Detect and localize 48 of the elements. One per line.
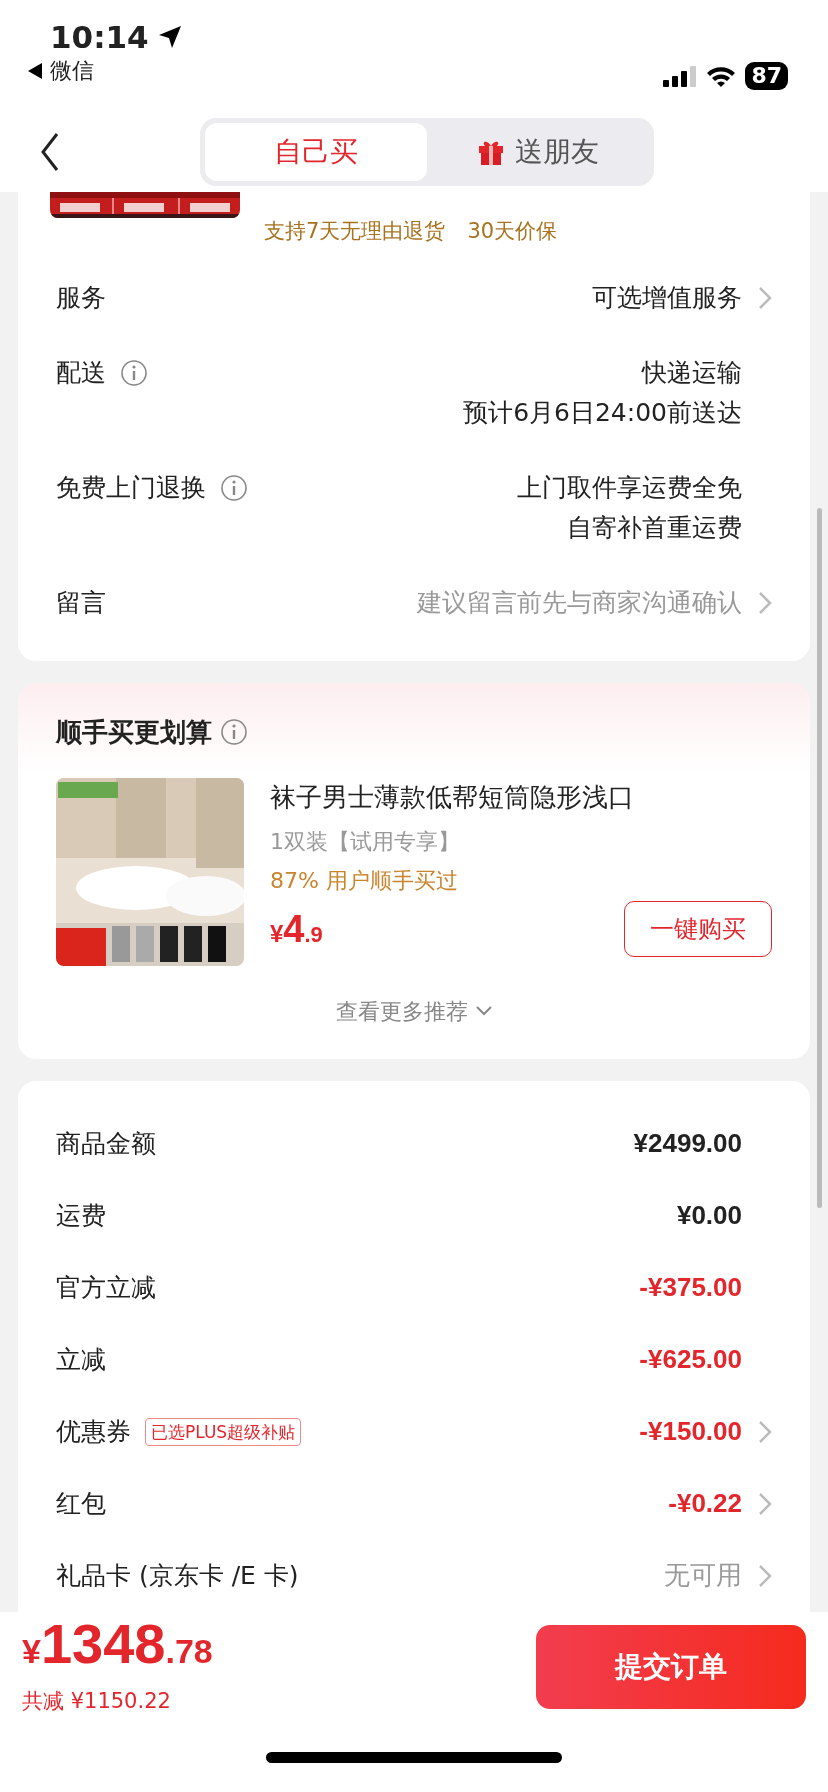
amount-value: -¥0.22 bbox=[668, 1487, 742, 1520]
amount-value: 无可用 bbox=[664, 1559, 742, 1592]
tab[interactable]: 自己买 bbox=[205, 123, 427, 181]
row-label: 红包 bbox=[56, 1487, 106, 1520]
row-value: 自寄补首重运费 bbox=[566, 511, 742, 544]
amount-value: ¥2499.00 bbox=[633, 1127, 742, 1160]
row-value: 快递运输 bbox=[640, 356, 742, 389]
product-price: ¥4.9 bbox=[270, 906, 323, 952]
home-indicator[interactable] bbox=[266, 1751, 562, 1763]
wifi-icon bbox=[705, 64, 738, 88]
row-label: 配送 bbox=[56, 356, 106, 389]
amount-value: ¥0.00 bbox=[676, 1199, 742, 1232]
back-to-app-link[interactable]: 微信 bbox=[50, 56, 94, 86]
row-value: 上门取件享运费全免 bbox=[517, 471, 742, 504]
guarantee-text: 支持7天无理由退货 bbox=[264, 218, 446, 245]
product-name[interactable]: 袜子男士薄款低帮短筒隐形浅口 bbox=[270, 777, 772, 817]
chevron-down-icon bbox=[476, 1006, 492, 1016]
row-label: 留言 bbox=[56, 586, 106, 619]
battery-level: 87 bbox=[745, 62, 788, 90]
amount-value: -¥375.00 bbox=[639, 1271, 742, 1304]
back-triangle-icon bbox=[28, 63, 42, 79]
row-value[interactable]: 可选增值服务 bbox=[592, 277, 742, 318]
tab[interactable]: 送朋友 bbox=[427, 123, 649, 181]
row-label: 优惠券 bbox=[56, 1415, 131, 1448]
purchase-stat: 87% 用户顺手买过 bbox=[270, 866, 459, 895]
row-label: 官方立减 bbox=[56, 1271, 156, 1304]
row-value[interactable]: 建议留言前先与商家沟通确认 bbox=[417, 582, 742, 623]
clock-time: 10:14 bbox=[50, 18, 149, 56]
row-label: 礼品卡 (京东卡 /E 卡) bbox=[56, 1559, 299, 1592]
row-label: 运费 bbox=[56, 1199, 106, 1232]
row-label: 立减 bbox=[56, 1343, 106, 1376]
show-more-button[interactable]: 查看更多推荐 bbox=[335, 993, 493, 1029]
row-label: 免费上门退换 bbox=[56, 471, 206, 504]
submit-order-button[interactable]: 提交订单 bbox=[536, 1625, 806, 1709]
product-spec: 1双装【试用专享】 bbox=[270, 827, 461, 856]
row-value: 预计6月6日24:00前送达 bbox=[463, 396, 742, 429]
amount-value: -¥150.00 bbox=[639, 1415, 742, 1448]
back-icon bbox=[40, 132, 60, 172]
section-title: 顺手买更划算 bbox=[56, 715, 212, 749]
guarantee-text: 30天价保 bbox=[467, 218, 558, 245]
amount-value: -¥625.00 bbox=[639, 1343, 742, 1376]
buy-now-button[interactable]: 一键购买 bbox=[624, 901, 772, 957]
signal-icon bbox=[663, 65, 698, 87]
total-price: ¥1348.78 bbox=[22, 1616, 213, 1678]
row-label: 服务 bbox=[56, 281, 106, 314]
saving-text: 共减 ¥1150.22 bbox=[22, 1688, 172, 1716]
coupon-tag: 已选PLUS超级补贴 bbox=[145, 1417, 302, 1446]
row-label: 商品金额 bbox=[56, 1127, 156, 1160]
